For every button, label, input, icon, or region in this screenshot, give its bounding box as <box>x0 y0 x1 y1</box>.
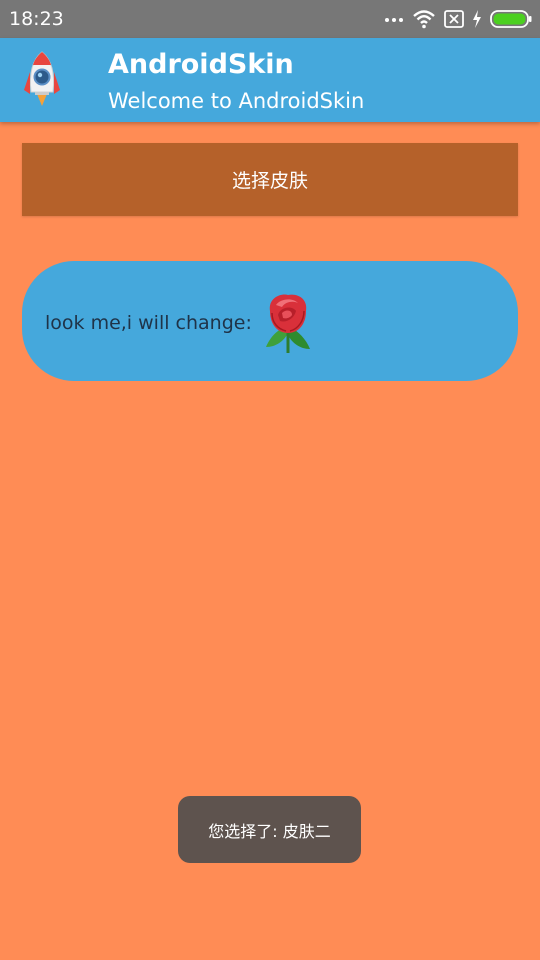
app-bar: AndroidSkin Welcome to AndroidSkin <box>0 38 540 122</box>
toast-text: 您选择了: 皮肤二 <box>208 821 331 841</box>
status-time: 18:23 <box>9 8 64 30</box>
select-skin-button[interactable]: 选择皮肤 <box>22 143 518 216</box>
toast-message: 您选择了: 皮肤二 <box>178 796 361 863</box>
status-bar: 18:23 <box>0 0 540 38</box>
battery-icon <box>490 10 532 28</box>
demo-label: look me,i will change: <box>45 312 252 334</box>
app-subtitle: Welcome to AndroidSkin <box>108 89 365 113</box>
demo-card: look me,i will change: <box>22 261 518 381</box>
select-skin-label: 选择皮肤 <box>231 170 308 192</box>
rose-icon <box>260 291 316 355</box>
wifi-icon <box>412 9 436 29</box>
status-icons <box>384 7 532 31</box>
charging-bolt-icon <box>472 10 482 28</box>
more-dots-icon <box>384 15 404 23</box>
no-sim-icon <box>444 10 464 28</box>
rocket-icon <box>16 48 68 110</box>
app-title: AndroidSkin <box>108 49 294 80</box>
